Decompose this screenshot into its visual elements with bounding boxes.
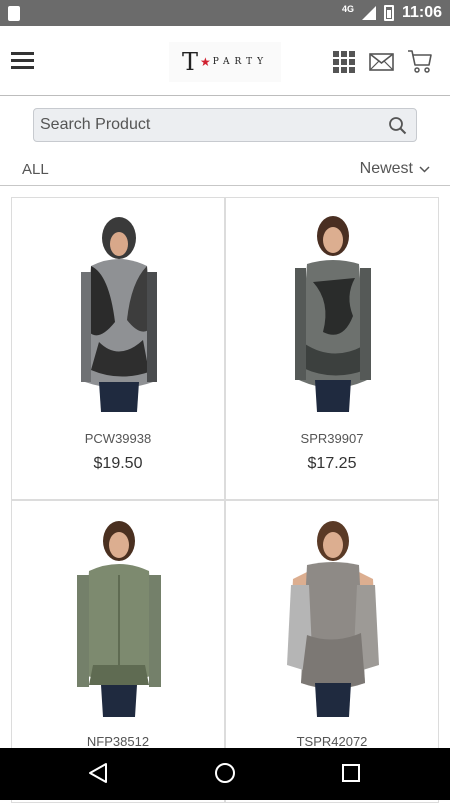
- product-code: TSPR42072: [296, 734, 368, 749]
- product-image: [81, 217, 157, 412]
- product-code: NFP38512: [86, 734, 150, 749]
- product-code: PCW39938: [84, 431, 152, 446]
- sort-label: Newest: [359, 160, 413, 177]
- app-header: T ★ PARTY: [0, 26, 450, 96]
- brand-logo[interactable]: T ★ PARTY: [169, 42, 281, 82]
- sort-dropdown[interactable]: Newest: [360, 160, 430, 178]
- product-image: [77, 521, 161, 717]
- status-right: 4G 11:06: [342, 4, 442, 22]
- network-label: 4G: [341, 4, 354, 14]
- clock: 11:06: [401, 4, 442, 21]
- sd-card-icon: [8, 5, 20, 21]
- product-code: SPR39907: [300, 431, 364, 446]
- menu-icon[interactable]: [11, 52, 34, 70]
- signal-icon: [361, 6, 376, 20]
- search-icon[interactable]: [388, 116, 407, 135]
- product-card[interactable]: PCW39938 $19.50: [11, 197, 225, 500]
- product-image: [295, 216, 371, 412]
- system-nav-bar: [0, 748, 450, 800]
- cart-icon[interactable]: [407, 48, 433, 74]
- chevron-down-icon: [419, 165, 430, 173]
- logo-letter: T: [181, 48, 198, 76]
- recents-icon[interactable]: [342, 764, 360, 782]
- category-filter[interactable]: ALL: [22, 161, 49, 178]
- search-input[interactable]: [40, 109, 380, 141]
- battery-icon: [383, 5, 394, 21]
- product-price: $17.25: [307, 455, 357, 472]
- mail-icon[interactable]: [369, 53, 394, 71]
- grid-icon[interactable]: [333, 51, 355, 73]
- search-box: [33, 108, 417, 142]
- status-bar: 4G 11:06: [0, 0, 450, 26]
- product-price: $19.50: [93, 455, 143, 472]
- logo-star-icon: ★: [199, 55, 211, 69]
- product-image: [287, 521, 379, 717]
- filter-bar: ALL Newest: [0, 150, 450, 186]
- logo-word: PARTY: [212, 57, 269, 67]
- back-icon[interactable]: [88, 762, 108, 784]
- product-card[interactable]: SPR39907 $17.25: [225, 197, 439, 500]
- home-icon[interactable]: [214, 762, 236, 784]
